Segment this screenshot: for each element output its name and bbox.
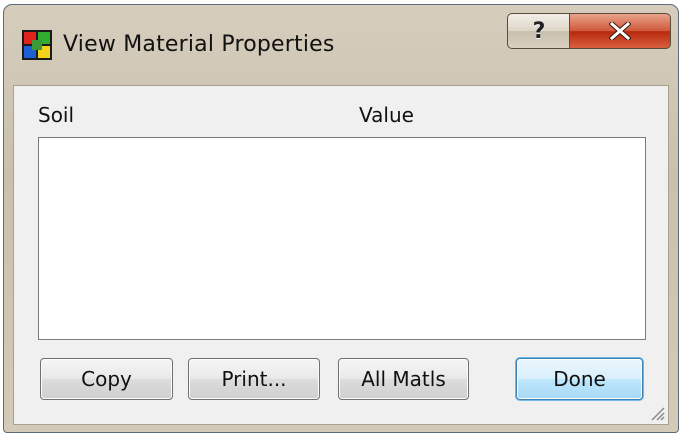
properties-list[interactable] xyxy=(38,137,646,340)
done-button[interactable]: Done xyxy=(516,358,643,400)
dialog-window: View Material Properties ? Soil Value Co… xyxy=(3,4,679,433)
title-bar[interactable]: View Material Properties ? xyxy=(4,5,678,87)
print-button[interactable]: Print... xyxy=(188,358,320,400)
program-icon xyxy=(22,30,52,60)
copy-button[interactable]: Copy xyxy=(40,358,173,400)
close-button[interactable] xyxy=(569,13,671,49)
dialog-client-area: Soil Value Copy Print... All Matls Done xyxy=(13,85,669,425)
column-header-soil: Soil xyxy=(38,103,75,127)
window-title: View Material Properties xyxy=(63,32,335,57)
help-button[interactable]: ? xyxy=(507,13,570,49)
resize-grip-icon[interactable] xyxy=(646,402,666,422)
help-icon: ? xyxy=(532,18,546,44)
column-header-value: Value xyxy=(359,103,414,127)
all-matls-button[interactable]: All Matls xyxy=(338,358,469,400)
close-icon xyxy=(609,22,631,40)
